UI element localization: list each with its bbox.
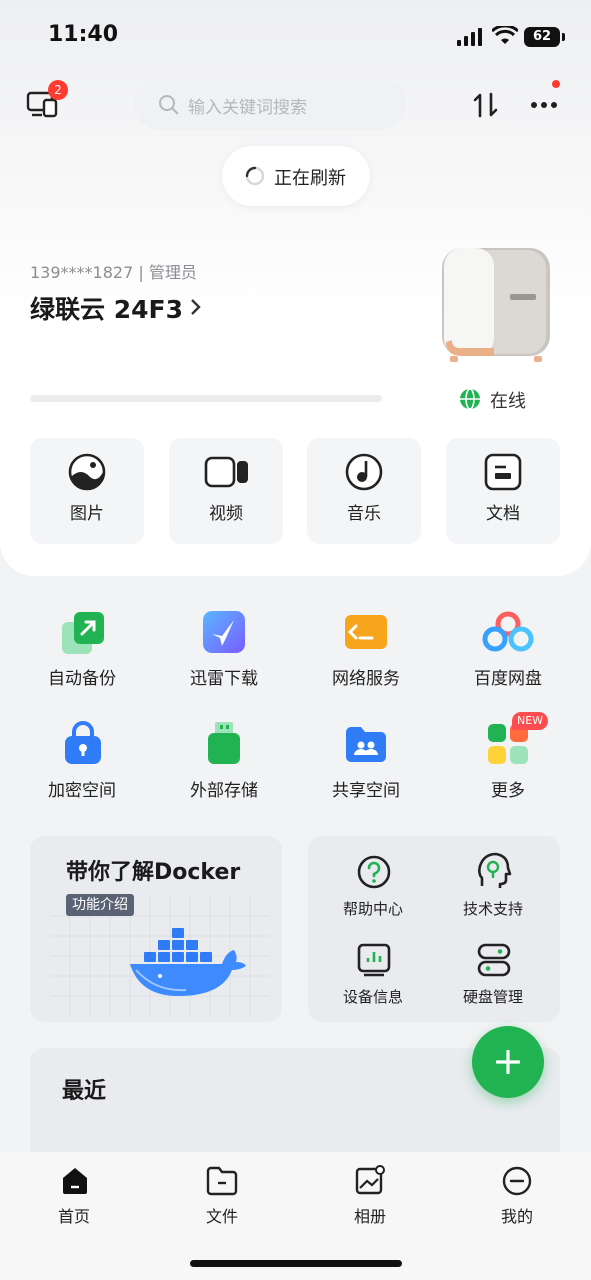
app-label: 百度网盘 xyxy=(474,669,542,689)
notification-dot xyxy=(552,80,560,88)
home-indicator xyxy=(190,1260,402,1267)
wifi-icon xyxy=(492,26,518,44)
music-icon xyxy=(345,453,383,491)
storage-progress-bar xyxy=(30,395,382,402)
category-label: 音乐 xyxy=(347,504,381,524)
usb-drive-icon xyxy=(208,722,240,764)
category-label: 视频 xyxy=(209,504,243,524)
app-label: 自动备份 xyxy=(48,669,116,689)
docker-card-title: 带你了解Docker xyxy=(66,860,241,885)
more-options-icon[interactable] xyxy=(530,100,558,110)
tab-label: 相册 xyxy=(353,1207,386,1226)
tab-label: 我的 xyxy=(500,1207,533,1226)
baidu-netdisk-icon xyxy=(482,611,534,652)
online-status: 在线 xyxy=(490,391,526,412)
category-label: 文档 xyxy=(486,504,520,524)
category-label: 图片 xyxy=(70,504,104,524)
device-info-icon xyxy=(357,943,391,977)
cellular-signal-icon xyxy=(457,28,482,46)
search-icon xyxy=(159,95,179,115)
recent-title: 最近 xyxy=(62,1079,107,1104)
profile-icon xyxy=(502,1166,532,1196)
tab-label: 文件 xyxy=(205,1207,238,1226)
backup-icon xyxy=(62,612,104,654)
device-name-button[interactable]: 绿联云 24F3 xyxy=(30,290,206,326)
video-icon xyxy=(204,456,248,488)
app-label: 更多 xyxy=(491,781,525,801)
disk-management-icon xyxy=(477,943,511,977)
add-button[interactable] xyxy=(472,1026,544,1098)
battery-indicator: 62 xyxy=(524,27,565,47)
tab-label: 首页 xyxy=(57,1207,90,1226)
status-time: 11:40 xyxy=(48,22,119,47)
globe-icon xyxy=(460,388,480,410)
device-name: 绿联云 24F3 xyxy=(30,295,183,324)
loading-spinner-icon xyxy=(245,166,265,186)
search-placeholder: 输入关键词搜索 xyxy=(188,98,307,118)
tech-support-icon xyxy=(478,852,512,888)
app-label: 外部存储 xyxy=(190,781,258,801)
help-icon xyxy=(357,855,391,889)
chevron-right-icon xyxy=(191,299,201,315)
app-label: 加密空间 xyxy=(48,781,116,801)
docker-card-badge: 功能介绍 xyxy=(66,894,134,916)
lock-icon xyxy=(65,721,101,764)
refresh-text: 正在刷新 xyxy=(274,168,346,189)
photo-icon xyxy=(68,453,106,491)
document-icon xyxy=(484,453,522,491)
device-count-badge: 2 xyxy=(48,80,68,100)
account-info: 139****1827 | 管理员 xyxy=(30,263,197,282)
docker-whale-icon xyxy=(130,928,246,996)
album-icon xyxy=(355,1165,385,1195)
home-icon xyxy=(63,1168,87,1194)
app-label: 共享空间 xyxy=(332,781,400,801)
thunder-download-icon xyxy=(203,611,245,653)
transfer-icon[interactable] xyxy=(472,92,500,118)
nas-device-image xyxy=(442,248,550,362)
app-label: 迅雷下载 xyxy=(190,669,258,689)
file-icon xyxy=(206,1166,238,1196)
shared-folder-icon xyxy=(346,727,386,762)
support-label: 硬盘管理 xyxy=(462,988,523,1006)
support-label: 设备信息 xyxy=(342,988,403,1006)
app-label: 网络服务 xyxy=(332,669,400,689)
new-badge: NEW xyxy=(512,712,548,730)
support-label: 帮助中心 xyxy=(342,900,403,918)
support-label: 技术支持 xyxy=(462,900,523,918)
terminal-icon xyxy=(345,615,387,649)
plus-icon xyxy=(496,1050,520,1074)
